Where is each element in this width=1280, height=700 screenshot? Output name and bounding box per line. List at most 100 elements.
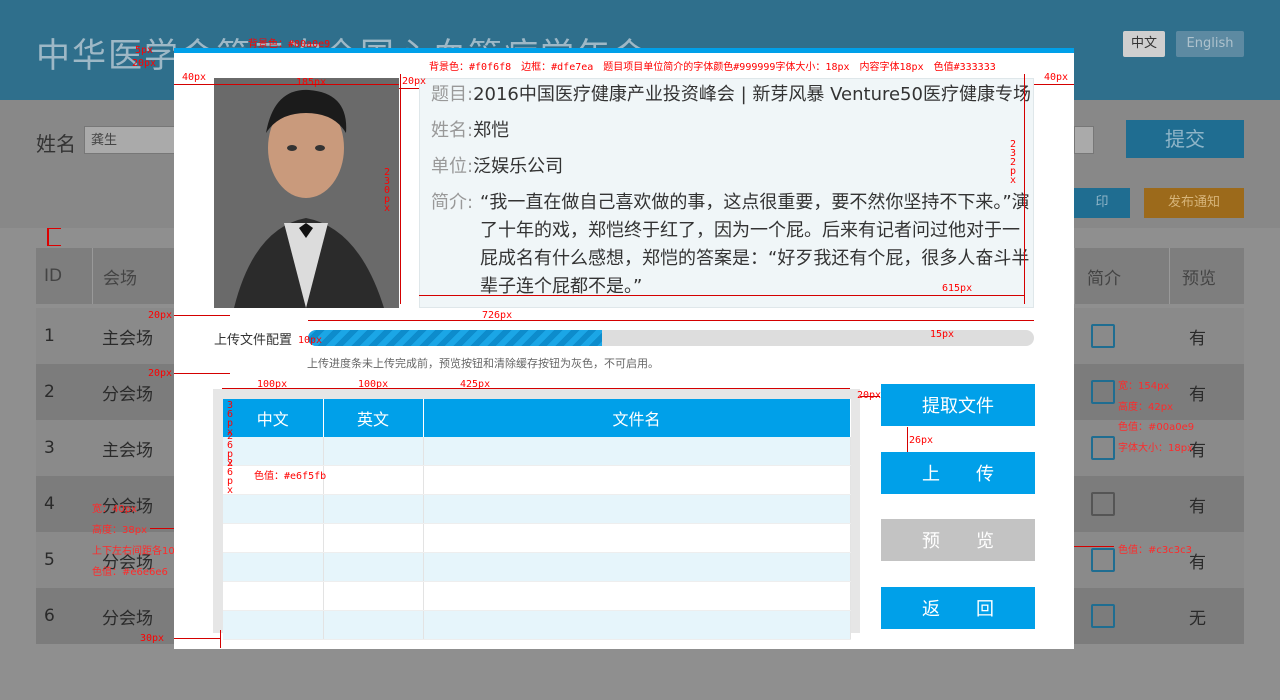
dim-line <box>222 388 850 389</box>
spec-annotation: 20px <box>148 310 173 321</box>
spec-note: 上下左右间距各10px <box>92 546 187 557</box>
file-row[interactable] <box>223 494 851 524</box>
extract-file-button[interactable]: 提取文件 <box>881 384 1035 426</box>
file-table-header: 中文 英文 文件名 <box>223 399 851 437</box>
row-id: 4 <box>44 494 55 514</box>
dim-line <box>174 315 230 316</box>
upload-button[interactable]: 上 传 <box>881 452 1035 494</box>
unit-value: 泛娱乐公司 <box>473 156 564 177</box>
row-id: 5 <box>44 550 55 570</box>
edit-icon[interactable] <box>1091 436 1115 460</box>
row-id: 1 <box>44 326 55 346</box>
col-chinese: 中文 <box>223 399 324 437</box>
spec-annotation: 26px <box>909 435 934 446</box>
upload-label: 上传文件配置 <box>214 333 293 348</box>
name-value: 郑恺 <box>473 120 510 141</box>
back-button[interactable]: 返 回 <box>881 587 1035 629</box>
text-cursor-mark <box>47 228 61 246</box>
file-row[interactable] <box>223 610 851 640</box>
progress-note: 上传进度条未上传完成前，预览按钮和清除缓存按钮为灰色，不可启用。 <box>307 357 659 370</box>
dim-line <box>907 427 908 452</box>
spec-annotation: 背景色：#00a0e9 <box>248 39 331 50</box>
dim-line <box>399 88 419 89</box>
spec-annotation: 185px <box>296 77 327 88</box>
col-venue: 会场 <box>92 248 137 304</box>
spec-note: 高度：38px <box>92 525 147 536</box>
edit-icon[interactable] <box>1091 324 1115 348</box>
lang-chinese-button[interactable]: 中文 <box>1123 31 1166 57</box>
spec-annotation: 20px <box>132 58 157 69</box>
row-id: 6 <box>44 606 55 626</box>
speaker-modal: 题目:2016中国医疗健康产业投资峰会 | 新芽风暴 Venture50医疗健康… <box>174 48 1074 649</box>
dim-line <box>174 84 214 85</box>
spec-note: 宽：40px <box>92 504 137 515</box>
row-preview: 有 <box>1189 328 1206 349</box>
edit-icon[interactable] <box>1091 548 1115 572</box>
upload-progress-bar <box>308 330 1034 346</box>
edit-icon[interactable] <box>1091 380 1115 404</box>
dim-line <box>308 320 1034 321</box>
file-row[interactable] <box>223 523 851 553</box>
row-preview: 有 <box>1189 496 1206 517</box>
spec-note: 色值：#e6e6e6 <box>92 567 168 578</box>
file-table: 中文 英文 文件名 <box>223 399 851 640</box>
spec-annotation: 26px <box>227 458 234 496</box>
dim-line <box>400 74 401 304</box>
spec-annotation: 10px <box>298 335 323 346</box>
row-preview: 无 <box>1189 608 1206 629</box>
row-venue: 主会场 <box>102 328 153 349</box>
file-row[interactable] <box>223 437 851 466</box>
dim-line <box>214 84 399 85</box>
row-venue: 主会场 <box>102 440 153 461</box>
edit-icon[interactable] <box>1091 492 1115 516</box>
row-venue: 分会场 <box>102 384 153 405</box>
spec-annotation: 615px <box>942 283 973 294</box>
print-button[interactable]: 印 <box>1074 188 1130 218</box>
col-preview: 预览 <box>1169 248 1242 304</box>
dim-line <box>1024 74 1025 304</box>
col-intro: 简介 <box>1074 248 1157 304</box>
spec-annotation: 5px <box>135 45 154 56</box>
row-id: 3 <box>44 438 55 458</box>
unit-label: 单位: <box>431 156 474 177</box>
file-table-container: 中文 英文 文件名 <box>213 389 860 640</box>
notify-button[interactable]: 发布通知 <box>1144 188 1244 218</box>
title-row: 题目:2016中国医疗健康产业投资峰会 | 新芽风暴 Venture50医疗健康… <box>431 81 1031 109</box>
speaker-photo <box>214 78 399 308</box>
unit-row: 单位:泛娱乐公司 <box>431 153 563 181</box>
spec-annotation: 30px <box>140 633 165 644</box>
file-row[interactable] <box>223 581 851 611</box>
spec-note: 字体大小：18px <box>1118 443 1193 454</box>
col-filename: 文件名 <box>423 399 851 437</box>
dim-line <box>1034 84 1074 85</box>
spec-annotation: 232px <box>1010 139 1017 186</box>
spec-annotation: 40px <box>182 72 207 83</box>
name-label: 姓名 <box>36 132 76 156</box>
file-row[interactable] <box>223 552 851 582</box>
spec-annotation: 230px <box>384 167 391 214</box>
title-value: 2016中国医疗健康产业投资峰会 | 新芽风暴 Venture50医疗健康专场 <box>473 84 1031 105</box>
col-id: ID <box>44 266 63 286</box>
intro-label: 简介: <box>431 192 474 213</box>
spec-annotation: 色值：#e6f5fb <box>254 471 327 482</box>
spec-note: 色值：#00a0e9 <box>1118 422 1195 433</box>
row-preview: 有 <box>1189 384 1206 405</box>
row-id: 2 <box>44 382 55 402</box>
spec-annotation: 20px <box>148 368 173 379</box>
dim-line <box>860 396 880 397</box>
dim-line <box>220 630 221 648</box>
spec-note: 高度：42px <box>1118 402 1173 413</box>
edit-icon[interactable] <box>1091 604 1115 628</box>
name-row: 姓名:郑恺 <box>431 117 509 145</box>
submit-button[interactable]: 提交 <box>1126 120 1244 158</box>
spec-annotation: 40px <box>1044 72 1069 83</box>
speaker-info-panel: 题目:2016中国医疗健康产业投资峰会 | 新芽风暴 Venture50医疗健康… <box>419 78 1034 308</box>
upload-progress-fill <box>308 330 603 346</box>
col-english: 英文 <box>323 399 424 437</box>
name-label: 姓名: <box>431 120 474 141</box>
spec-note: 宽：154px <box>1118 381 1170 392</box>
title-label: 题目: <box>431 84 474 105</box>
dim-line <box>174 373 230 374</box>
lang-english-button[interactable]: English <box>1176 31 1244 57</box>
venue-dropdown[interactable] <box>1074 126 1094 154</box>
